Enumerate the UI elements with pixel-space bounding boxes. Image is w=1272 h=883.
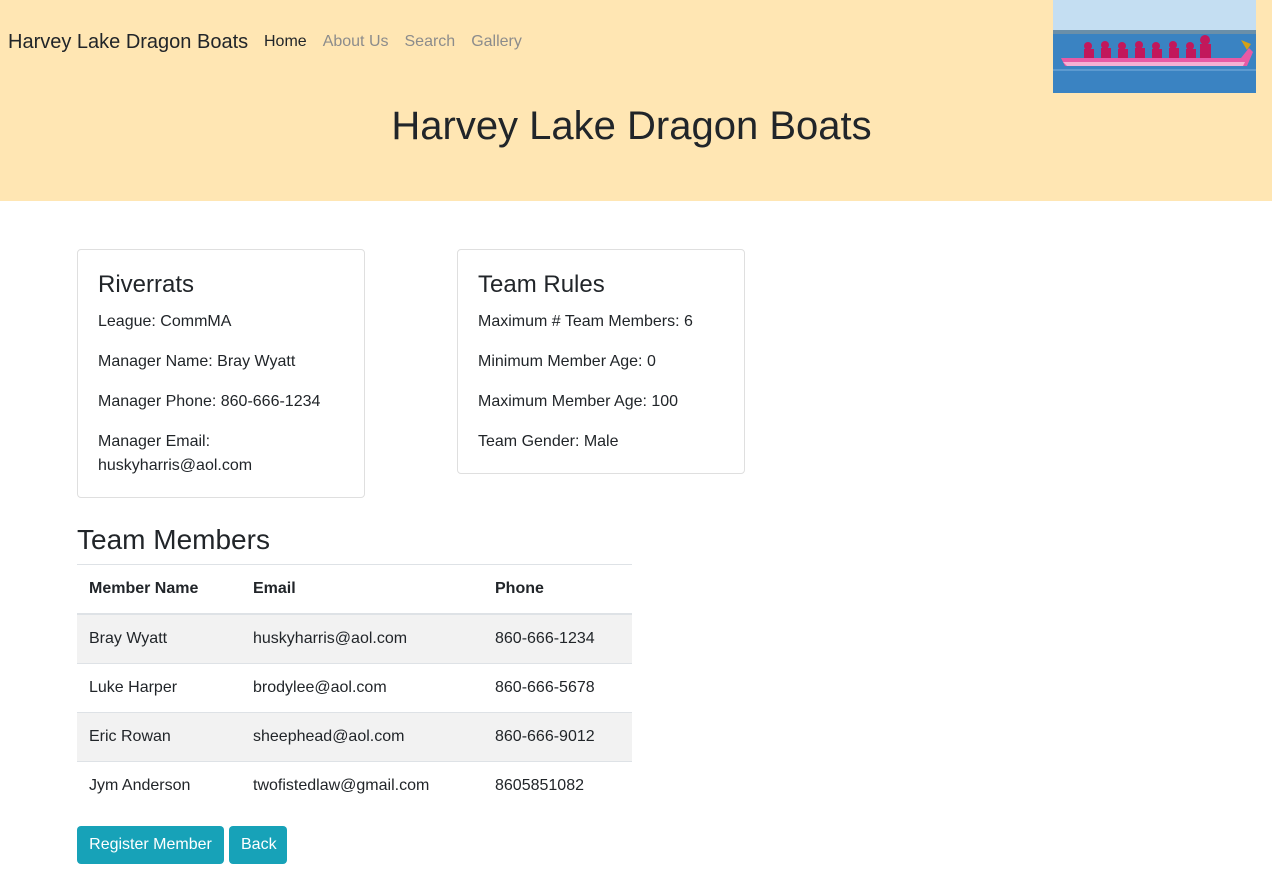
back-button[interactable]: Back	[229, 826, 287, 864]
nav-link-search[interactable]: Search	[405, 33, 456, 51]
member-email-cell: brodylee@aol.com	[241, 663, 483, 713]
team-rules-title: Team Rules	[478, 271, 605, 298]
member-phone-cell: 860-666-1234	[483, 613, 632, 664]
nav-link-home[interactable]: Home	[264, 33, 307, 51]
member-email-cell: huskyharris@aol.com	[241, 613, 483, 664]
rule-max-age: Maximum Member Age: 100	[478, 393, 679, 410]
member-name-cell: Luke Harper	[77, 663, 241, 713]
rule-gender: Team Gender: Male	[478, 433, 619, 450]
dragon-boat-image	[1053, 0, 1256, 93]
member-name-cell: Bray Wyatt	[77, 613, 241, 664]
navbar-brand[interactable]: Harvey Lake Dragon Boats	[8, 31, 248, 54]
dragon-boat-photo	[1053, 0, 1256, 93]
column-header-phone: Phone	[483, 564, 632, 615]
table-row: Jym Anderson twofistedlaw@gmail.com 8605…	[77, 761, 632, 810]
member-email-cell: twofistedlaw@gmail.com	[241, 761, 483, 810]
rule-max-members: Maximum # Team Members: 6	[478, 313, 693, 330]
table-header-row: Member Name Email Phone	[77, 564, 632, 615]
member-phone-cell: 8605851082	[483, 761, 632, 810]
member-email-cell: sheephead@aol.com	[241, 712, 483, 762]
page-title: Harvey Lake Dragon Boats	[391, 104, 872, 148]
team-members-title: Team Members	[77, 524, 270, 555]
manager-name: Manager Name: Bray Wyatt	[98, 353, 296, 370]
header: Harvey Lake Dragon Boats Home About Us S…	[0, 0, 1272, 201]
table-row: Luke Harper brodylee@aol.com 860-666-567…	[77, 663, 632, 713]
team-info-card: Riverrats League: CommMA Manager Name: B…	[77, 249, 365, 498]
team-name: Riverrats	[98, 271, 195, 298]
manager-phone: Manager Phone: 860-666-1234	[98, 393, 321, 410]
team-members-table: Member Name Email Phone Bray Wyatt husky…	[77, 564, 632, 810]
member-phone-cell: 860-666-5678	[483, 663, 632, 713]
column-header-email: Email	[241, 564, 483, 615]
manager-email: Manager Email: huskyharris@aol.com	[98, 433, 253, 474]
table-row: Eric Rowan sheephead@aol.com 860-666-901…	[77, 712, 632, 762]
register-member-button[interactable]: Register Member	[77, 826, 224, 864]
nav-link-gallery[interactable]: Gallery	[471, 33, 522, 51]
member-name-cell: Eric Rowan	[77, 712, 241, 762]
member-name-cell: Jym Anderson	[77, 761, 241, 810]
member-phone-cell: 860-666-9012	[483, 712, 632, 762]
column-header-member-name: Member Name	[77, 564, 241, 615]
nav-link-about-us[interactable]: About Us	[323, 33, 389, 51]
team-rules-card: Team Rules Maximum # Team Members: 6 Min…	[457, 249, 745, 474]
navbar-links: Home About Us Search Gallery	[264, 33, 538, 51]
rule-min-age: Minimum Member Age: 0	[478, 353, 656, 370]
team-league: League: CommMA	[98, 313, 232, 330]
table-row: Bray Wyatt huskyharris@aol.com 860-666-1…	[77, 613, 632, 664]
